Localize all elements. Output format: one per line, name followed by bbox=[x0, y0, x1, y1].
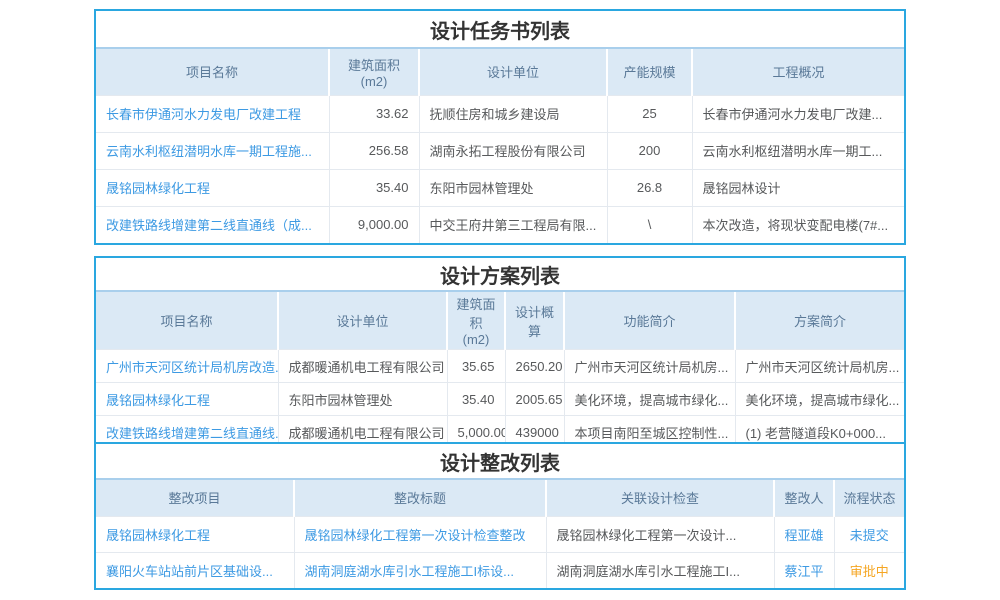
design-plan-list-panel: 设计方案列表 项目名称 设计单位 建筑面积 (m2) 设计概算 功能简介 方案简… bbox=[94, 256, 906, 451]
column-header-building-area: 建筑面积 (m2) bbox=[329, 49, 419, 95]
column-header-budget: 设计概算 bbox=[505, 292, 564, 350]
table-row: 晟铭园林绿化工程 35.40 东阳市园林管理处 26.8 晟铭园林设计 bbox=[96, 169, 904, 206]
plan-brief-cell: 美化环境，提高城市绿化... bbox=[735, 383, 904, 416]
column-header-plan-brief: 方案简介 bbox=[735, 292, 904, 350]
building-area-cell: 35.40 bbox=[329, 169, 419, 206]
rectifier-link[interactable]: 程亚雄 bbox=[774, 516, 834, 552]
table-row: 晟铭园林绿化工程 东阳市园林管理处 35.40 2005.65 美化环境，提高城… bbox=[96, 383, 904, 416]
column-header-rectifier: 整改人 bbox=[774, 480, 834, 516]
design-unit-cell: 成都暖通机电工程有限公司 bbox=[278, 350, 447, 383]
design-unit-cell: 东阳市园林管理处 bbox=[278, 383, 447, 416]
header-row: 整改项目 整改标题 关联设计检查 整改人 流程状态 bbox=[96, 480, 904, 516]
overview-cell: 晟铭园林设计 bbox=[692, 169, 904, 206]
capacity-cell: 26.8 bbox=[607, 169, 692, 206]
column-header-design-unit: 设计单位 bbox=[278, 292, 447, 350]
design-unit-cell: 中交王府井第三工程局有限... bbox=[419, 206, 607, 243]
project-name-link[interactable]: 晟铭园林绿化工程 bbox=[96, 383, 278, 416]
design-rectification-list-panel: 设计整改列表 整改项目 整改标题 关联设计检查 整改人 流程状态 晟铭园林绿化工… bbox=[94, 442, 906, 590]
project-name-link[interactable]: 云南水利枢纽潜明水库一期工程施... bbox=[96, 132, 329, 169]
column-header-rectify-project: 整改项目 bbox=[96, 480, 294, 516]
column-header-rectify-title: 整改标题 bbox=[294, 480, 546, 516]
building-area-cell: 35.40 bbox=[447, 383, 505, 416]
rectify-title-link[interactable]: 晟铭园林绿化工程第一次设计检查整改 bbox=[294, 516, 546, 552]
rectify-title-link[interactable]: 湖南洞庭湖水库引水工程施工I标设... bbox=[294, 552, 546, 588]
column-header-function-brief: 功能简介 bbox=[564, 292, 735, 350]
table-row: 长春市伊通河水力发电厂改建工程 33.62 抚顺住房和城乡建设局 25 长春市伊… bbox=[96, 95, 904, 132]
table-title: 设计任务书列表 bbox=[96, 11, 904, 49]
project-name-link[interactable]: 广州市天河区统计局机房改造... bbox=[96, 350, 278, 383]
related-check-cell: 湖南洞庭湖水库引水工程施工I... bbox=[546, 552, 774, 588]
project-name-link[interactable]: 晟铭园林绿化工程 bbox=[96, 169, 329, 206]
column-header-flow-status: 流程状态 bbox=[834, 480, 904, 516]
related-check-cell: 晟铭园林绿化工程第一次设计... bbox=[546, 516, 774, 552]
building-area-cell: 9,000.00 bbox=[329, 206, 419, 243]
design-unit-cell: 湖南永拓工程股份有限公司 bbox=[419, 132, 607, 169]
budget-cell: 2650.20 bbox=[505, 350, 564, 383]
building-area-cell: 256.58 bbox=[329, 132, 419, 169]
header-row: 项目名称 设计单位 建筑面积 (m2) 设计概算 功能简介 方案简介 bbox=[96, 292, 904, 350]
table-row: 晟铭园林绿化工程 晟铭园林绿化工程第一次设计检查整改 晟铭园林绿化工程第一次设计… bbox=[96, 516, 904, 552]
design-plan-table: 项目名称 设计单位 建筑面积 (m2) 设计概算 功能简介 方案简介 广州市天河… bbox=[96, 292, 904, 449]
design-task-table: 项目名称 建筑面积 (m2) 设计单位 产能规模 工程概况 长春市伊通河水力发电… bbox=[96, 49, 904, 243]
project-name-link[interactable]: 改建铁路线增建第二线直通线（成... bbox=[96, 206, 329, 243]
table-title: 设计方案列表 bbox=[96, 258, 904, 292]
function-brief-cell: 广州市天河区统计局机房... bbox=[564, 350, 735, 383]
design-unit-cell: 抚顺住房和城乡建设局 bbox=[419, 95, 607, 132]
overview-cell: 长春市伊通河水力发电厂改建... bbox=[692, 95, 904, 132]
design-unit-cell: 东阳市园林管理处 bbox=[419, 169, 607, 206]
project-name-link[interactable]: 长春市伊通河水力发电厂改建工程 bbox=[96, 95, 329, 132]
building-area-cell: 33.62 bbox=[329, 95, 419, 132]
plan-brief-cell: 广州市天河区统计局机房... bbox=[735, 350, 904, 383]
function-brief-cell: 美化环境，提高城市绿化... bbox=[564, 383, 735, 416]
header-row: 项目名称 建筑面积 (m2) 设计单位 产能规模 工程概况 bbox=[96, 49, 904, 95]
capacity-cell: 25 bbox=[607, 95, 692, 132]
building-area-cell: 35.65 bbox=[447, 350, 505, 383]
flow-status-badge: 未提交 bbox=[834, 516, 904, 552]
table-title: 设计整改列表 bbox=[96, 444, 904, 480]
overview-cell: 本次改造，将现状变配电楼(7#... bbox=[692, 206, 904, 243]
column-header-overview: 工程概况 bbox=[692, 49, 904, 95]
column-header-related-check: 关联设计检查 bbox=[546, 480, 774, 516]
capacity-cell: \ bbox=[607, 206, 692, 243]
rectify-project-link[interactable]: 襄阳火车站站前片区基础设... bbox=[96, 552, 294, 588]
design-task-list-panel: 设计任务书列表 项目名称 建筑面积 (m2) 设计单位 产能规模 工程概况 长春… bbox=[94, 9, 906, 245]
table-row: 襄阳火车站站前片区基础设... 湖南洞庭湖水库引水工程施工I标设... 湖南洞庭… bbox=[96, 552, 904, 588]
rectify-project-link[interactable]: 晟铭园林绿化工程 bbox=[96, 516, 294, 552]
column-header-project-name: 项目名称 bbox=[96, 292, 278, 350]
column-header-project-name: 项目名称 bbox=[96, 49, 329, 95]
overview-cell: 云南水利枢纽潜明水库一期工... bbox=[692, 132, 904, 169]
column-header-building-area: 建筑面积 (m2) bbox=[447, 292, 505, 350]
table-row: 广州市天河区统计局机房改造... 成都暖通机电工程有限公司 35.65 2650… bbox=[96, 350, 904, 383]
flow-status-badge: 审批中 bbox=[834, 552, 904, 588]
design-rectification-table: 整改项目 整改标题 关联设计检查 整改人 流程状态 晟铭园林绿化工程 晟铭园林绿… bbox=[96, 480, 904, 588]
column-header-capacity: 产能规模 bbox=[607, 49, 692, 95]
budget-cell: 2005.65 bbox=[505, 383, 564, 416]
rectifier-link[interactable]: 蔡江平 bbox=[774, 552, 834, 588]
table-row: 改建铁路线增建第二线直通线（成... 9,000.00 中交王府井第三工程局有限… bbox=[96, 206, 904, 243]
column-header-design-unit: 设计单位 bbox=[419, 49, 607, 95]
capacity-cell: 200 bbox=[607, 132, 692, 169]
table-row: 云南水利枢纽潜明水库一期工程施... 256.58 湖南永拓工程股份有限公司 2… bbox=[96, 132, 904, 169]
